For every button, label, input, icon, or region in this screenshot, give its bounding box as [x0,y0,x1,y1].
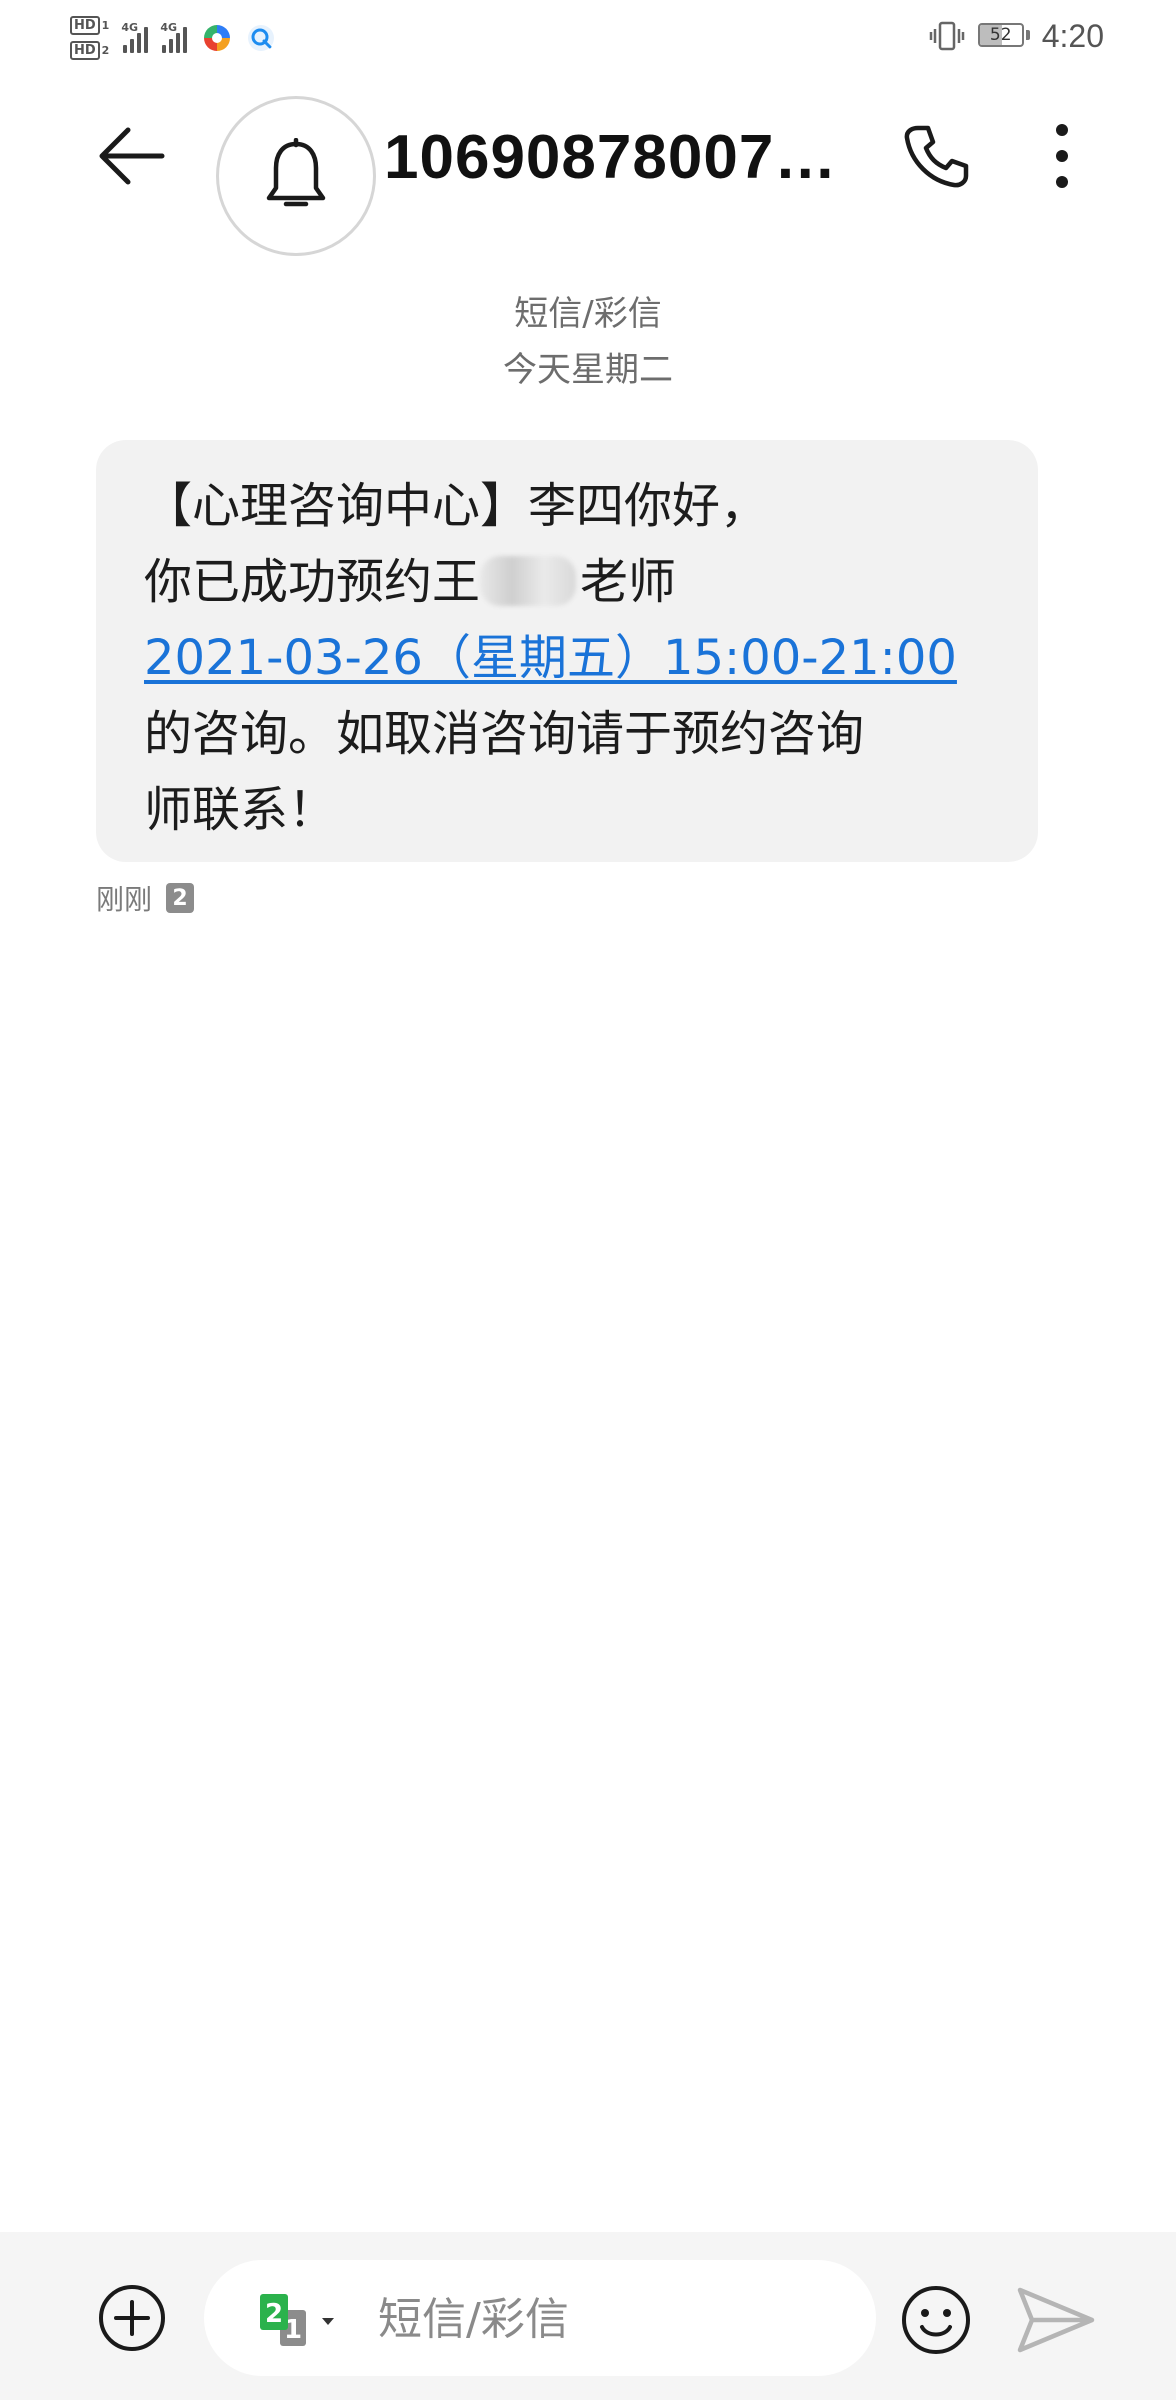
app-notification-icon [204,25,231,51]
vibrate-icon [929,21,964,51]
thread-header: 106908780076... [0,90,1176,256]
phone-icon[interactable] [900,120,972,192]
message-line: 的咨询。如取消咨询请于预约咨询 [144,706,865,762]
volte-sim1: HD 1 [70,16,109,35]
thread-date-header: 短信/彩信 今天星期二 [0,286,1176,398]
message-line: 师联系！ [144,782,337,838]
contact-number[interactable]: 106908780076... [384,120,844,196]
battery-level: 52 [989,25,1012,45]
signal-icon-sim1: 4G [121,21,149,53]
signal-icon-sim2: 4G [160,21,188,53]
send-icon[interactable] [1014,2282,1098,2358]
message-input[interactable] [376,2284,850,2354]
message-thread-screen: HD 1 HD 2 4G 4G 52 4:20 106908780076... … [0,0,1176,2400]
compose-field: 1 2 [204,2260,876,2376]
clock: 4:20 [1041,17,1104,54]
plus-circle-icon[interactable] [96,2282,168,2354]
message-text: 你已成功预约王 [144,554,481,610]
volte-sim2: HD 2 [70,41,109,60]
compose-bar: 1 2 [0,2232,1176,2400]
sim-selector[interactable]: 1 2 [254,2288,354,2352]
back-button[interactable] [92,120,172,192]
message-line: 2021-03-26（星期五）15:00-21:00 [144,620,990,696]
message-time: 刚刚 [96,883,153,916]
status-bar: HD 1 HD 2 4G 4G 52 4:20 [0,0,1176,72]
incoming-message-bubble[interactable]: 【心理咨询中心】李四你好， 你已成功预约王 老师 2021-03-26（星期五）1… [96,440,1038,862]
message-meta: 刚刚 2 [96,876,195,920]
date-label: 今天星期二 [503,350,673,390]
status-left: HD 1 HD 2 4G 4G [70,8,275,68]
bell-icon [266,138,326,207]
message-line: 你已成功预约王 老师 [144,544,990,620]
date-link[interactable]: 2021-03-26（星期五）15:00-21:00 [144,630,957,686]
sim-primary-label: 2 [265,2299,283,2329]
qq-browser-icon [248,25,275,51]
volte-indicators: HD 1 HD 2 [70,16,109,60]
status-right: 52 4:20 [928,14,1104,58]
battery-icon: 52 [977,23,1030,49]
sim-badge: 2 [166,883,195,913]
smiley-icon[interactable] [898,2282,974,2358]
redacted-name [480,556,577,606]
more-vertical-icon[interactable] [1032,120,1092,192]
contact-avatar[interactable] [216,96,376,256]
message-text: 老师 [580,554,677,610]
channel-label: 短信/彩信 [514,294,662,334]
message-line: 【心理咨询中心】李四你好， [144,478,769,534]
